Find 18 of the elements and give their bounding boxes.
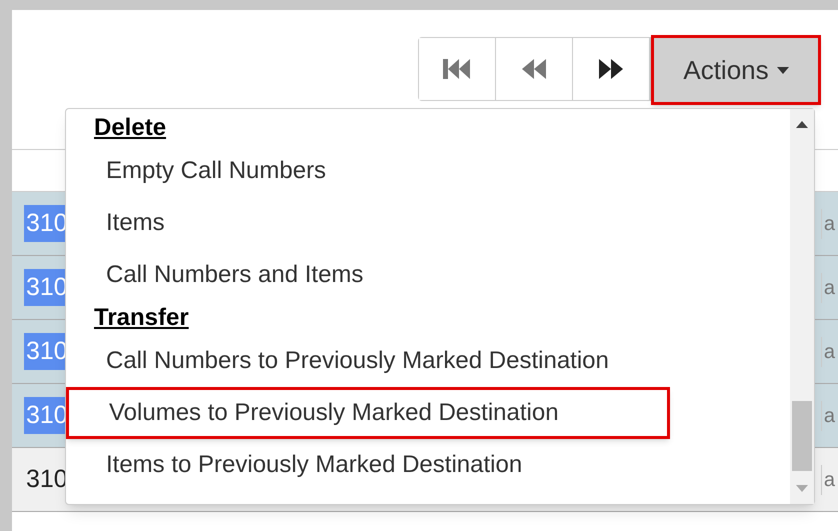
actions-button[interactable]: Actions [651, 35, 821, 105]
rewind-icon [522, 58, 546, 80]
scrollbar[interactable] [790, 109, 814, 504]
section-header: Delete [94, 113, 168, 143]
section-header: Transfer [94, 303, 190, 333]
scrollbar-thumb[interactable] [792, 401, 812, 471]
caret-icon [776, 66, 789, 74]
table-cell: a [820, 208, 838, 238]
table-cell: a [820, 464, 838, 494]
menu-item[interactable]: Empty Call Numbers [66, 145, 790, 197]
scroll-up-icon[interactable] [796, 121, 808, 128]
table-cell: a [820, 272, 838, 302]
table-cell: a [820, 336, 838, 366]
table-cell: a [820, 400, 838, 430]
fast-forward-icon [599, 58, 623, 80]
skip-to-start-icon [443, 58, 471, 80]
menu-item[interactable]: Items to Previously Marked Destination [66, 439, 790, 491]
menu-item[interactable]: Volumes to Previously Marked Destination [66, 387, 670, 439]
